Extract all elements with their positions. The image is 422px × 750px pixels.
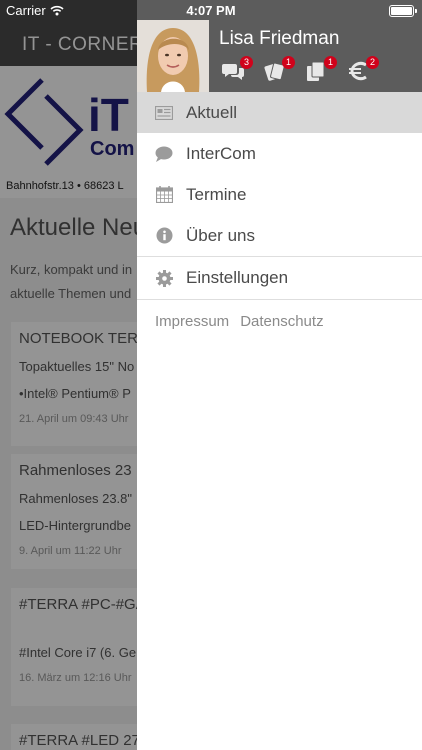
menu-item-aktuell[interactable]: Aktuell: [137, 92, 422, 133]
menu-item-label: Einstellungen: [186, 268, 289, 287]
side-drawer: Lisa Friedman 3 1 1 2 Aktuell InterCom T…: [137, 0, 422, 750]
menu-item-intercom[interactable]: InterCom: [137, 133, 422, 174]
drawer-menu: Aktuell InterCom Termine Über uns Einste…: [137, 92, 422, 330]
badge-count: 1: [324, 56, 337, 69]
menu-item-label: Über uns: [186, 225, 255, 245]
menu-item-ueber-uns[interactable]: Über uns: [137, 215, 422, 256]
badge-count: 3: [240, 56, 253, 69]
info-icon: [155, 227, 173, 245]
notification-badges: 3 1 1 2: [221, 56, 379, 82]
battery-icon: [389, 5, 417, 17]
payments-badge-button[interactable]: 2: [347, 56, 379, 82]
messages-badge-button[interactable]: 3: [221, 56, 253, 82]
newspaper-icon: [155, 104, 173, 122]
documents-badge-button[interactable]: 1: [305, 56, 337, 82]
badge-count: 1: [282, 56, 295, 69]
menu-item-termine[interactable]: Termine: [137, 174, 422, 215]
menu-item-label: InterCom: [186, 143, 256, 163]
status-time: 4:07 PM: [186, 3, 236, 18]
menu-item-label: Termine: [186, 184, 247, 204]
gear-icon: [155, 269, 173, 287]
chat-icon: [155, 145, 173, 163]
user-name: Lisa Friedman: [219, 28, 340, 49]
impressum-link[interactable]: Impressum: [155, 313, 229, 330]
menu-item-label: Aktuell: [186, 102, 238, 122]
badge-count: 2: [366, 56, 379, 69]
calendar-icon: [155, 186, 173, 204]
user-photo: [137, 20, 209, 92]
status-bar: Carrier 4:07 PM: [0, 0, 422, 22]
avatar[interactable]: [137, 20, 209, 92]
footer-links: Impressum Datenschutz: [137, 300, 422, 330]
cards-badge-button[interactable]: 1: [263, 56, 295, 82]
datenschutz-link[interactable]: Datenschutz: [240, 313, 323, 330]
menu-item-einstellungen[interactable]: Einstellungen: [137, 257, 422, 299]
